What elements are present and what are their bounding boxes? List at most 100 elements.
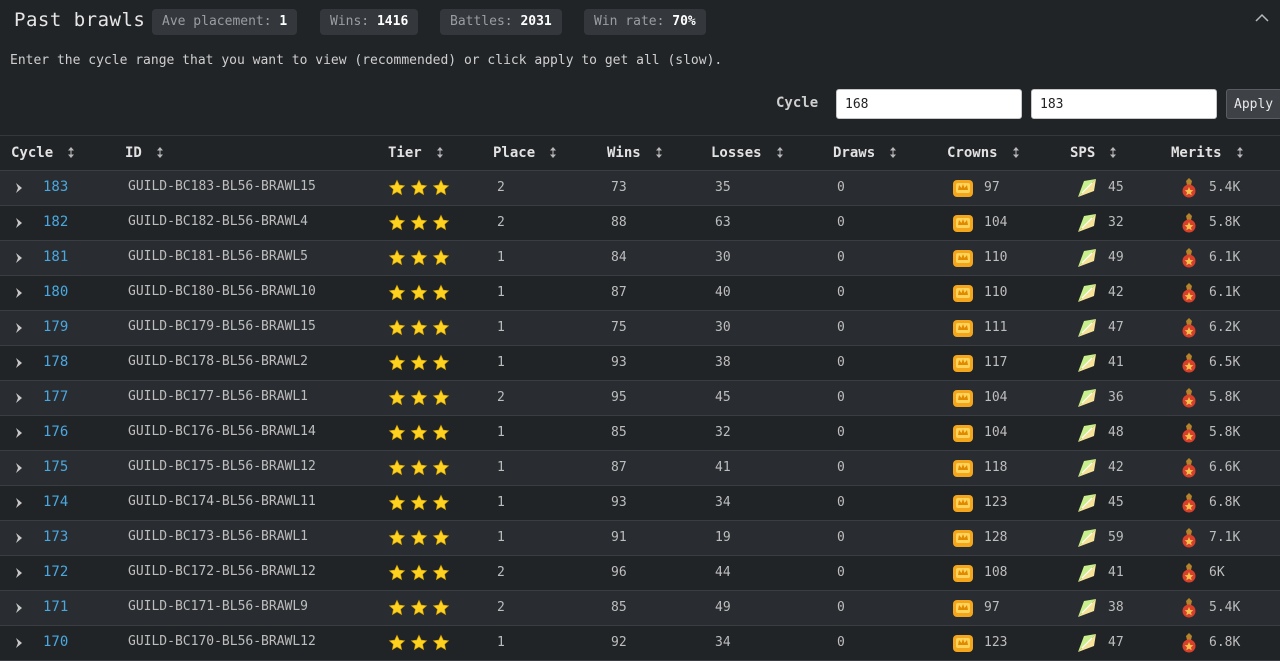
chevron-right-icon[interactable] [14, 322, 24, 334]
cycle-link[interactable]: 182 [43, 214, 68, 230]
sps-value: 45 [1108, 495, 1124, 510]
sort-icon [1110, 147, 1117, 158]
sort-icon [436, 147, 443, 158]
chevron-right-icon[interactable] [14, 497, 24, 509]
crowns-value: 104 [984, 215, 1008, 230]
chevron-right-icon[interactable] [14, 252, 24, 264]
chevron-right-icon[interactable] [14, 427, 24, 439]
cycle-from-input[interactable] [836, 89, 1022, 119]
table-row[interactable]: 175 GUILD-BC175-BL56-BRAWL12 1 87 41 0 118 42 6.… [0, 451, 1280, 486]
table-row[interactable]: 178 GUILD-BC178-BL56-BRAWL2 1 93 38 0 117 41 6.5… [0, 346, 1280, 381]
cycle-link[interactable]: 178 [43, 354, 68, 370]
chevron-right-icon[interactable] [14, 182, 24, 194]
star-icon [388, 179, 406, 196]
column-header-losses[interactable]: Losses [711, 145, 784, 161]
cycle-link[interactable]: 176 [43, 424, 68, 440]
place-value: 2 [497, 215, 505, 230]
losses-value: 40 [715, 285, 731, 300]
column-header-tier[interactable]: Tier [388, 145, 444, 161]
chevron-right-icon[interactable] [14, 392, 24, 404]
tier-stars [388, 494, 450, 511]
table-row[interactable]: 171 GUILD-BC171-BL56-BRAWL9 2 85 49 0 97 38 5.4K [0, 591, 1280, 626]
table-row[interactable]: 170 GUILD-BC170-BL56-BRAWL12 1 92 34 0 123 47 6.… [0, 626, 1280, 661]
sps-value: 41 [1108, 355, 1124, 370]
table-row[interactable]: 173 GUILD-BC173-BL56-BRAWL1 1 91 19 0 128 59 7.1… [0, 521, 1280, 556]
cycle-link[interactable]: 177 [43, 389, 68, 405]
cycle-link[interactable]: 180 [43, 284, 68, 300]
column-header-cycle[interactable]: Cycle [11, 145, 75, 161]
cycle-link[interactable]: 175 [43, 459, 68, 475]
wins-value: 88 [611, 215, 627, 230]
chevron-up-icon[interactable] [1254, 10, 1270, 26]
chevron-right-icon[interactable] [14, 602, 24, 614]
stat-value: 1 [279, 14, 288, 29]
cycle-link[interactable]: 170 [43, 634, 68, 650]
column-header-place[interactable]: Place [493, 145, 557, 161]
column-header-crowns[interactable]: Crowns [947, 145, 1020, 161]
chevron-right-icon[interactable] [14, 217, 24, 229]
star-icon [388, 599, 406, 616]
stat-value: 2031 [520, 14, 552, 29]
star-icon [388, 354, 406, 371]
table-row[interactable]: 176 GUILD-BC176-BL56-BRAWL14 1 85 32 0 104 48 5.… [0, 416, 1280, 451]
column-header-sps[interactable]: SPS [1070, 145, 1117, 161]
losses-value: 34 [715, 635, 731, 650]
tier-stars [388, 459, 450, 476]
place-value: 2 [497, 565, 505, 580]
table-row[interactable]: 182 GUILD-BC182-BL56-BRAWL4 2 88 63 0 104 32 5.8… [0, 206, 1280, 241]
merits-value: 6.1K [1209, 250, 1241, 265]
wins-value: 93 [611, 355, 627, 370]
cycle-range-label: Cycle [776, 95, 819, 111]
place-value: 1 [497, 425, 505, 440]
table-row[interactable]: 174 GUILD-BC174-BL56-BRAWL11 1 93 34 0 123 45 6.… [0, 486, 1280, 521]
apply-button[interactable]: Apply [1226, 89, 1280, 119]
star-icon [432, 249, 450, 266]
star-icon [410, 389, 428, 406]
stat-label: Win rate: [594, 14, 665, 29]
cycle-link[interactable]: 172 [43, 564, 68, 580]
crowns-value: 97 [984, 600, 1000, 615]
cycle-link[interactable]: 173 [43, 529, 68, 545]
chevron-right-icon[interactable] [14, 637, 24, 649]
merits-value: 7.1K [1209, 530, 1241, 545]
column-header-wins[interactable]: Wins [607, 145, 663, 161]
tier-stars [388, 529, 450, 546]
crowns-value: 108 [984, 565, 1008, 580]
cycle-link[interactable]: 174 [43, 494, 68, 510]
star-icon [410, 494, 428, 511]
chevron-right-icon[interactable] [14, 287, 24, 299]
cycle-to-input[interactable] [1031, 89, 1217, 119]
cycle-link[interactable]: 181 [43, 249, 68, 265]
sps-shard-icon [1078, 249, 1096, 267]
cycle-link[interactable]: 179 [43, 319, 68, 335]
table-row[interactable]: 183 GUILD-BC183-BL56-BRAWL15 2 73 35 0 97 45 5.4… [0, 171, 1280, 206]
star-icon [432, 529, 450, 546]
brawl-id: GUILD-BC182-BL56-BRAWL4 [128, 214, 309, 229]
chevron-right-icon[interactable] [14, 567, 24, 579]
cycle-link[interactable]: 183 [43, 179, 68, 195]
column-header-merits[interactable]: Merits [1171, 145, 1244, 161]
stat-label: Ave placement: [162, 14, 272, 29]
star-icon [410, 459, 428, 476]
draws-value: 0 [837, 530, 845, 545]
table-row[interactable]: 177 GUILD-BC177-BL56-BRAWL1 2 95 45 0 104 36 5.8… [0, 381, 1280, 416]
chevron-right-icon[interactable] [14, 532, 24, 544]
table-row[interactable]: 172 GUILD-BC172-BL56-BRAWL12 2 96 44 0 108 41 6K [0, 556, 1280, 591]
chevron-right-icon[interactable] [14, 357, 24, 369]
table-row[interactable]: 180 GUILD-BC180-BL56-BRAWL10 1 87 40 0 110 42 6.… [0, 276, 1280, 311]
crown-chest-icon [953, 600, 973, 617]
sort-icon [1012, 147, 1019, 158]
sort-icon [776, 147, 783, 158]
column-header-id[interactable]: ID [125, 145, 164, 161]
table-row[interactable]: 181 GUILD-BC181-BL56-BRAWL5 1 84 30 0 110 49 6.1… [0, 241, 1280, 276]
chevron-right-icon[interactable] [14, 462, 24, 474]
cycle-link[interactable]: 171 [43, 599, 68, 615]
merit-medal-icon [1182, 388, 1196, 408]
sps-value: 59 [1108, 530, 1124, 545]
table-row[interactable]: 179 GUILD-BC179-BL56-BRAWL15 1 75 30 0 111 47 6.… [0, 311, 1280, 346]
place-value: 1 [497, 460, 505, 475]
column-header-draws[interactable]: Draws [833, 145, 897, 161]
crowns-value: 123 [984, 635, 1008, 650]
sort-icon [1236, 147, 1243, 158]
star-icon [432, 564, 450, 581]
